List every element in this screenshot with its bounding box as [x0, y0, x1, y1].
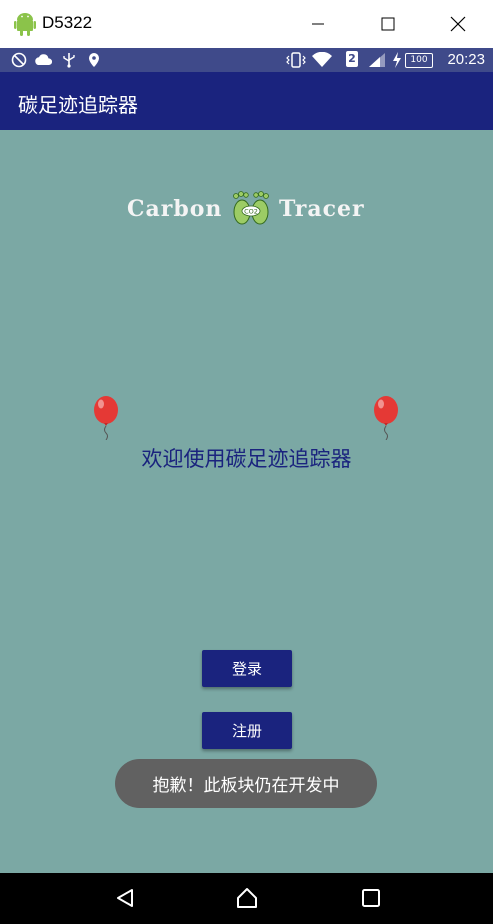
- footprint-badge: CO2: [244, 208, 258, 216]
- toast-message: 抱歉！此板块仍在开发中: [115, 759, 377, 808]
- app-title: 碳足迹追踪器: [18, 93, 138, 117]
- logo-left-text: Carbon: [127, 196, 223, 222]
- status-bar: 2 100 20:23: [0, 48, 493, 72]
- home-icon[interactable]: [236, 887, 258, 909]
- cloud-icon: [35, 54, 53, 65]
- maximize-button[interactable]: [353, 0, 423, 48]
- navigation-bar: [0, 873, 493, 924]
- sim-icon: 2: [346, 51, 358, 67]
- recents-icon[interactable]: [360, 887, 382, 909]
- minimize-button[interactable]: [283, 0, 353, 48]
- location-icon: [89, 53, 99, 67]
- register-button[interactable]: 注册: [202, 712, 292, 749]
- logo-right-text: Tracer: [279, 196, 365, 222]
- vibrate-icon: [286, 52, 306, 68]
- signal-icon: [369, 53, 385, 67]
- app-bar: 碳足迹追踪器: [0, 72, 493, 130]
- usb-icon: [63, 53, 75, 68]
- no-notification-icon: [11, 52, 27, 68]
- close-icon: [450, 16, 466, 32]
- minimize-icon: [312, 23, 324, 25]
- status-time: 20:23: [447, 51, 485, 68]
- welcome-text: 欢迎使用碳足迹追踪器: [141, 447, 352, 471]
- balloon-icon: [374, 396, 398, 440]
- maximize-icon: [381, 17, 395, 31]
- close-button[interactable]: [423, 0, 493, 48]
- login-button[interactable]: 登录: [202, 650, 292, 687]
- window-title: D5322: [42, 13, 93, 32]
- charging-icon: [393, 52, 401, 68]
- window-title-bar: D5322: [0, 0, 493, 48]
- android-icon: [14, 13, 36, 36]
- wifi-icon: [312, 52, 332, 67]
- balloon-icon: [94, 396, 118, 440]
- battery-icon: 100: [405, 53, 433, 68]
- back-icon[interactable]: [114, 887, 136, 909]
- footprint-icon: CO2: [233, 191, 269, 225]
- carbon-tracer-logo: Carbon CO2 Tracer: [127, 190, 367, 230]
